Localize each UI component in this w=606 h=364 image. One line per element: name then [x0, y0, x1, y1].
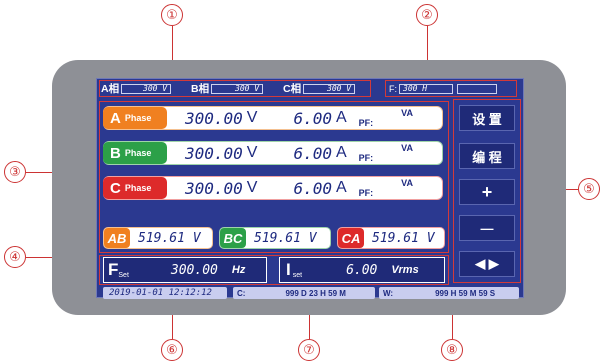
callout-3: ③: [4, 161, 26, 183]
callout-1: ①: [161, 4, 183, 26]
callout-5: ⑤: [578, 178, 600, 200]
callout-8: ⑧: [441, 339, 463, 361]
callout-6: ⑥: [161, 339, 183, 361]
callout-2: ②: [416, 4, 438, 26]
callout-box-2: [385, 80, 517, 97]
countdown-display: C: 999 D 23 H 59 M: [233, 287, 375, 299]
callout-box-5: [453, 99, 521, 283]
display-screen: A相 300 V B相 300 V C相 300 V F: 300 H A Pha…: [96, 78, 524, 299]
working-time-display: W: 999 H 59 M 59 S: [379, 287, 519, 299]
callout-box-1: [99, 80, 371, 97]
callout-4: ④: [4, 246, 26, 268]
callout-box-4: [99, 255, 449, 285]
callout-7: ⑦: [298, 339, 320, 361]
callout-box-3: [99, 101, 449, 253]
datetime-display: 2019-01-01 12:12:12: [103, 287, 227, 299]
